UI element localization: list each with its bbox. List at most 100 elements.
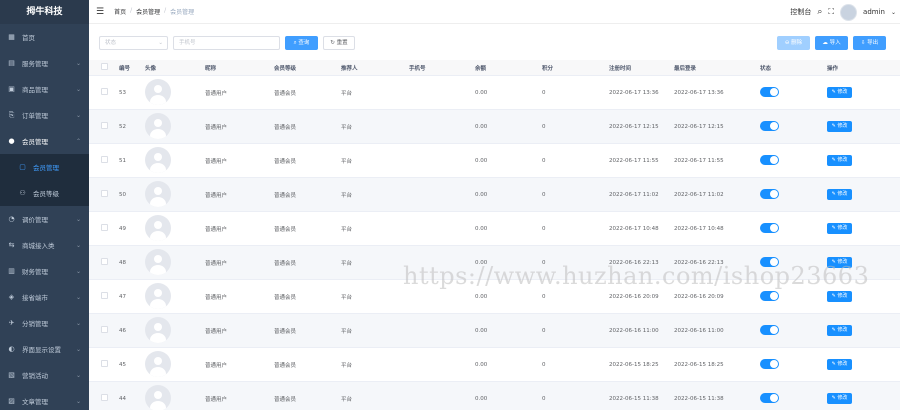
sidebar-item-1[interactable]: ▤ 服务管理 ⌄ [0,50,89,76]
export-button[interactable]: ⇩ 导出 [853,36,886,50]
cell-ref: 平台 [341,396,353,403]
sidebar-item-label: 会员管理 [22,138,48,146]
sidebar-item-after-5[interactable]: ◐ 界面显示设置 ⌄ [0,336,89,362]
cell-last: 2022-06-16 11:00 [674,327,724,334]
status-toggle[interactable] [760,120,779,131]
export-button-label: 导出 [867,40,879,46]
edit-button[interactable]: ✎ 修改 [827,189,852,200]
table-body: 53 普通用户 普通会员 平台 0.00 0 2022-06-17 13:36 2022-06… [89,76,900,410]
row-select-cell [89,122,119,131]
edit-button[interactable]: ✎ 修改 [827,155,852,166]
edit-button[interactable]: ✎ 修改 [827,325,852,336]
row-checkbox[interactable] [100,224,108,231]
row-select-cell [89,258,119,267]
sidebar: 拇牛科技 ▦ 首页 ▤ 服务管理 ⌄ ▣ 商品管理 ⌄ ⎘ 订单管理 ⌄ ● 会员管理 ⌃ ▢ 会员管… [0,0,89,410]
sidebar-subitem-0[interactable]: ▢ 会员管理 [0,154,89,180]
status-toggle[interactable] [760,154,779,165]
edit-button[interactable]: ✎ 修改 [827,291,852,302]
table-row: 47 普通用户 普通会员 平台 0.00 0 2022-06-16 20:09 2022-06… [89,280,900,314]
query-button[interactable]: ⌕ 查询 [285,36,318,50]
row-checkbox[interactable] [100,292,108,299]
status-toggle[interactable] [760,222,779,233]
chevron-down-icon: ⌄ [75,319,81,327]
row-checkbox[interactable] [100,258,108,265]
search-icon[interactable]: ⌕ [817,7,822,17]
console-link[interactable]: 控制台 [790,7,811,17]
sidebar-item-after-3[interactable]: ◈ 接省端市 ⌄ [0,284,89,310]
row-checkbox[interactable] [100,88,108,95]
reset-button[interactable]: ↻ 重置 [323,36,355,50]
sidebar-item-after-1[interactable]: ⇆ 商城接入类 ⌄ [0,232,89,258]
cell-actions: ✎ 修改 [827,87,893,98]
app-logo: 拇牛科技 [0,0,89,24]
chevron-down-icon[interactable]: ⌄ [891,9,896,16]
cell-points: 0 [542,259,546,266]
sidebar-item-label: 调价管理 [22,216,48,224]
cell-ref: 平台 [341,158,353,165]
avatar [145,248,171,275]
row-checkbox[interactable] [100,156,108,163]
row-checkbox[interactable] [100,394,108,401]
status-toggle[interactable] [760,86,779,97]
price-icon: ◔ [8,215,15,223]
row-select-cell [89,292,119,301]
edit-button[interactable]: ✎ 修改 [827,87,852,98]
checkbox[interactable] [100,63,108,70]
import-button-label: 导入 [829,40,841,46]
sidebar-item-after-7[interactable]: ▨ 文章管理 ⌄ [0,388,89,410]
edit-button[interactable]: ✎ 修改 [827,393,852,404]
delete-button[interactable]: ⊖ 删除 [777,36,810,50]
avatar[interactable] [840,3,858,21]
row-checkbox[interactable] [100,326,108,333]
select-all-checkbox[interactable] [89,63,119,72]
status-toggle[interactable] [760,392,779,403]
cell-actions: ✎ 修改 [827,223,893,234]
cell-status [760,358,827,371]
cell-level: 普通会员 [274,328,297,335]
edit-button[interactable]: ✎ 修改 [827,359,852,370]
cell-nick: 普通用户 [205,192,228,199]
user-name[interactable]: admin [863,8,885,16]
cell-points: 0 [542,293,546,300]
fullscreen-icon[interactable]: ⛶ [828,7,834,17]
breadcrumb-member[interactable]: 会员管理 [136,7,160,16]
table-row: 46 普通用户 普通会员 平台 0.00 0 2022-06-16 11:00 2022-06… [89,314,900,348]
status-toggle[interactable] [760,324,779,335]
status-select[interactable]: 状态 ⌄ [99,36,168,50]
sidebar-item-3[interactable]: ⎘ 订单管理 ⌄ [0,102,89,128]
status-toggle[interactable] [760,290,779,301]
status-toggle[interactable] [760,256,779,267]
hamburger-menu-icon[interactable]: ☰ [96,7,104,17]
breadcrumb-home[interactable]: 首页 [114,7,126,16]
cell-avatar [145,350,205,379]
sidebar-item-2[interactable]: ▣ 商品管理 ⌄ [0,76,89,102]
edit-button[interactable]: ✎ 修改 [827,121,852,132]
cell-last: 2022-06-16 22:13 [674,259,724,266]
cell-ref: 平台 [341,328,353,335]
sidebar-subitem-1[interactable]: ⚇ 会员等级 [0,180,89,206]
sidebar-item-member-management[interactable]: ● 会员管理 ⌃ [0,128,89,154]
avatar [145,112,171,139]
cell-nick: 普通用户 [205,158,228,165]
row-checkbox[interactable] [100,122,108,129]
edit-button[interactable]: ✎ 修改 [827,257,852,268]
edit-button[interactable]: ✎ 修改 [827,223,852,234]
sidebar-item-after-6[interactable]: ▧ 营销活动 ⌄ [0,362,89,388]
sidebar-item-after-0[interactable]: ◔ 调价管理 ⌄ [0,206,89,232]
avatar [145,180,171,207]
phone-search-input[interactable]: 手机号 [173,36,280,50]
cell-id: 53 [119,89,126,96]
sidebar-item-after-4[interactable]: ✈ 分销管理 ⌄ [0,310,89,336]
row-checkbox[interactable] [100,360,108,367]
row-checkbox[interactable] [100,190,108,197]
status-toggle[interactable] [760,188,779,199]
import-button[interactable]: ☁ 导入 [815,36,848,50]
sidebar-item-label: 商品管理 [22,86,48,94]
chevron-down-icon: ⌄ [75,293,81,301]
cell-nick: 普通用户 [205,260,228,267]
sidebar-item-0[interactable]: ▦ 首页 [0,24,89,50]
avatar [145,214,171,241]
status-toggle[interactable] [760,358,779,369]
cell-balance: 0.00 [475,293,488,300]
sidebar-item-after-2[interactable]: ▥ 财务管理 ⌄ [0,258,89,284]
